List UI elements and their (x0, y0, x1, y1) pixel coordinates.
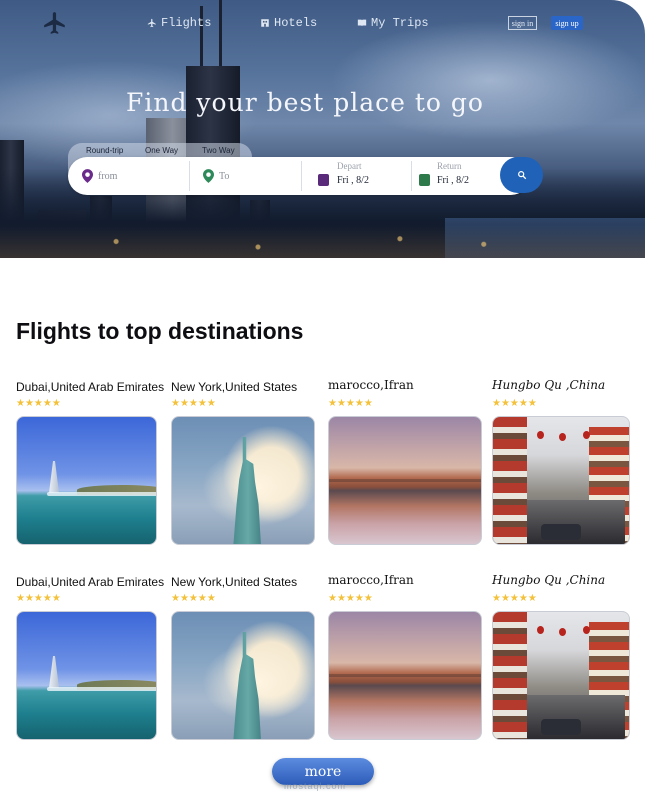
tab-one-way[interactable]: One Way (145, 146, 178, 155)
watermark: mostaql.com (284, 781, 347, 791)
destination-card-china[interactable]: Hungbo Qu ,China ★★★★★ (492, 378, 630, 546)
destination-photo (328, 611, 482, 740)
destination-name: marocco,Ifran (328, 573, 414, 587)
return-date-field[interactable]: Return Fri , 8/2 (412, 157, 512, 195)
return-value: Fri , 8/2 (437, 175, 469, 186)
destination-name: New York,United States (171, 380, 298, 394)
return-label: Return (437, 161, 462, 171)
destination-name: Hungbo Qu ,China (492, 573, 606, 587)
destination-photo (328, 416, 482, 545)
nav-flights-label: Flights (161, 16, 212, 30)
from-input[interactable] (98, 170, 178, 182)
destination-photo (492, 611, 630, 740)
destination-photo (492, 416, 630, 545)
destination-card-china[interactable]: Hungbo Qu ,China ★★★★★ (492, 573, 630, 741)
airplane-icon (147, 18, 156, 28)
destination-name: New York,United States (171, 575, 298, 589)
calendar-icon (318, 174, 329, 186)
calendar-icon (419, 174, 430, 186)
rating-stars: ★★★★★ (16, 593, 61, 604)
destination-photo (171, 416, 315, 545)
destination-card-morocco[interactable]: marocco,Ifran ★★★★★ (328, 573, 483, 741)
rating-stars: ★★★★★ (492, 398, 537, 409)
airplane-logo-icon[interactable] (42, 10, 68, 36)
depart-date-field[interactable]: Depart Fri , 8/2 (302, 157, 411, 195)
rating-stars: ★★★★★ (171, 398, 216, 409)
search-button[interactable] (500, 157, 543, 193)
destination-name: Dubai,United Arab Emirates (16, 380, 165, 394)
nav-hotels-label: Hotels (274, 16, 318, 30)
rating-stars: ★★★★★ (328, 593, 373, 604)
to-field[interactable] (203, 157, 301, 195)
hotel-icon (261, 19, 269, 27)
nav-hotels[interactable]: Hotels (260, 16, 317, 30)
sign-up-button[interactable]: sign up (551, 16, 583, 30)
destination-photo (171, 611, 315, 740)
tab-two-way[interactable]: Two Way (202, 146, 235, 155)
destination-photo (16, 416, 157, 545)
location-pin-icon (82, 169, 93, 183)
depart-label: Depart (337, 161, 362, 171)
destination-card-dubai[interactable]: Dubai,United Arab Emirates ★★★★★ (16, 575, 164, 741)
section-title: Flights to top destinations (16, 318, 304, 344)
depart-value: Fri , 8/2 (337, 175, 369, 186)
nav-flights[interactable]: Flights (147, 16, 211, 30)
hero-banner (0, 0, 645, 258)
destination-card-dubai[interactable]: Dubai,United Arab Emirates ★★★★★ (16, 380, 164, 546)
rating-stars: ★★★★★ (492, 593, 537, 604)
hero-title: Find your best place to go (126, 88, 484, 117)
from-field[interactable] (82, 157, 188, 195)
book-icon (357, 19, 367, 27)
destination-card-morocco[interactable]: marocco,Ifran ★★★★★ (328, 378, 483, 546)
rating-stars: ★★★★★ (16, 398, 61, 409)
destination-card-new-york[interactable]: New York,United States ★★★★★ (171, 575, 316, 741)
rating-stars: ★★★★★ (328, 398, 373, 409)
destination-card-new-york[interactable]: New York,United States ★★★★★ (171, 380, 316, 546)
tab-round-trip[interactable]: Round-trip (86, 146, 123, 155)
search-icon (517, 171, 526, 180)
destination-photo (16, 611, 157, 740)
destination-name: Hungbo Qu ,China (492, 378, 606, 392)
to-input[interactable] (219, 170, 299, 182)
location-pin-icon (203, 169, 214, 183)
rating-stars: ★★★★★ (171, 593, 216, 604)
destination-name: Dubai,United Arab Emirates (16, 575, 165, 589)
sign-in-button[interactable]: sign in (508, 16, 537, 30)
destination-name: marocco,Ifran (328, 378, 414, 392)
flight-search-bar: Depart Fri , 8/2 Return Fri , 8/2 (68, 157, 530, 195)
nav-my-trips[interactable]: My Trips (357, 16, 429, 30)
nav-my-trips-label: My Trips (371, 16, 429, 30)
